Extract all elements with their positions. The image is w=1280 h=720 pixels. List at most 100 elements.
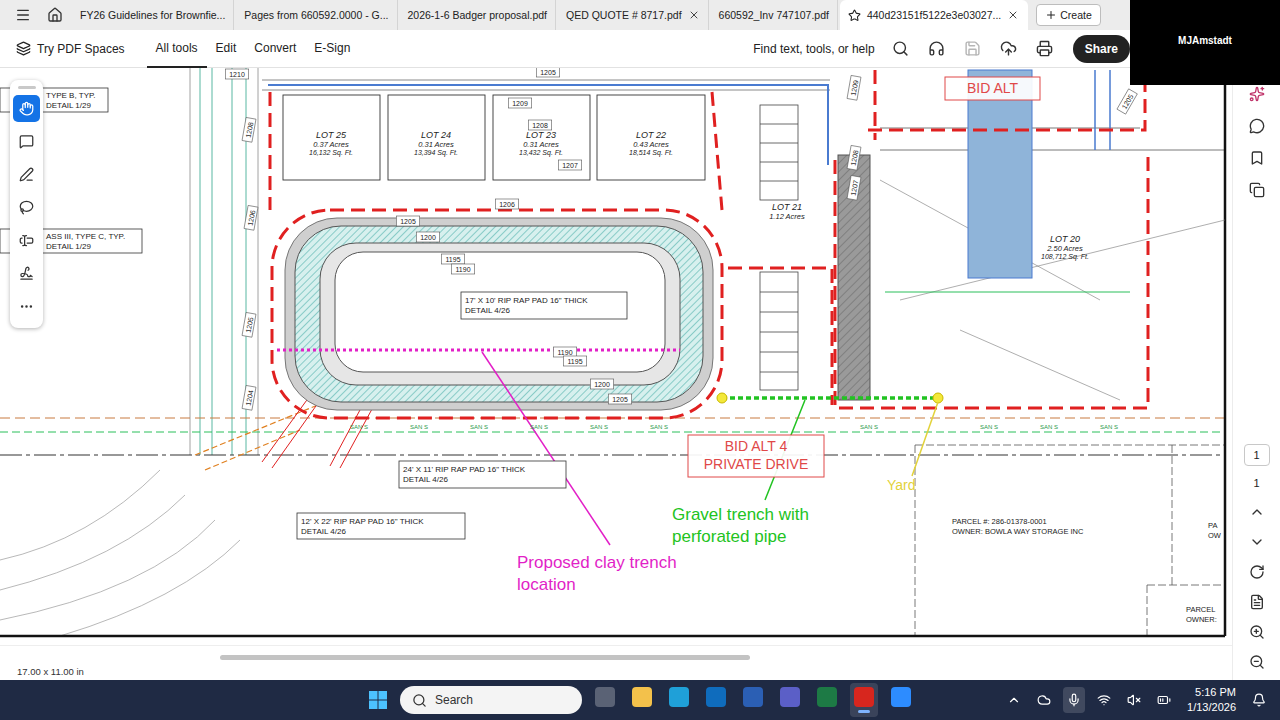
fit-page-button[interactable]: [1243, 590, 1271, 614]
home-button[interactable]: [40, 0, 70, 30]
create-button[interactable]: Create: [1036, 4, 1101, 26]
taskbar-app[interactable]: [591, 683, 619, 717]
document-tab[interactable]: FY26 Guidelines for Brownfie...: [72, 0, 234, 30]
print-button[interactable]: [1027, 34, 1063, 64]
tab-close-button[interactable]: [1007, 9, 1019, 21]
next-page-button[interactable]: [1243, 530, 1271, 554]
document-tab[interactable]: 440d23151f5122e3e03027...: [840, 0, 1028, 30]
palette-tool[interactable]: [13, 128, 40, 155]
svg-text:18,514 Sq. Ft.: 18,514 Sq. Ft.: [629, 149, 673, 157]
palette-tool[interactable]: [13, 161, 40, 188]
toolbar-menu-item[interactable]: Convert: [245, 30, 305, 68]
bookmarks-button[interactable]: [1243, 146, 1271, 170]
svg-text:1200: 1200: [594, 381, 610, 388]
onedrive-button[interactable]: [1033, 687, 1055, 713]
taskbar-app[interactable]: [665, 683, 693, 717]
tray-overflow-button[interactable]: [1003, 687, 1025, 713]
app-icon: [743, 687, 763, 707]
toolbar-menu-item[interactable]: Edit: [207, 30, 246, 68]
share-button[interactable]: Share: [1073, 35, 1130, 63]
document-tab[interactable]: 660592_Inv 747107.pdf: [711, 0, 838, 30]
previous-page-button[interactable]: [1243, 500, 1271, 524]
markup-annotation: Yard: [887, 477, 916, 493]
taskbar-app[interactable]: [628, 683, 656, 717]
app-icon: [632, 687, 652, 707]
comments-button[interactable]: [1243, 114, 1271, 138]
sewer-label: SAN S: [1040, 424, 1058, 430]
palette-tool[interactable]: [13, 194, 40, 221]
clock-time: 5:16 PM: [1195, 685, 1236, 700]
lot-outline: [283, 95, 380, 180]
battery-button[interactable]: [1153, 687, 1175, 713]
taskbar-app[interactable]: [887, 683, 915, 717]
horizontal-scrollbar[interactable]: [220, 655, 750, 660]
ai-assistant-button[interactable]: [1243, 82, 1271, 106]
lot-label: LOT 250.37 Acres16,132 Sq. Ft.: [309, 130, 353, 157]
taskbar-app[interactable]: [739, 683, 767, 717]
tab-label: 2026-1-6 Badger proposal.pdf: [408, 9, 548, 21]
bookmark-icon: [1249, 150, 1265, 166]
zoom-out-button[interactable]: [1243, 650, 1271, 674]
document-tab[interactable]: 2026-1-6 Badger proposal.pdf: [400, 0, 557, 30]
document-view[interactable]: SAN SSAN SSAN SSAN SSAN SSAN SSAN SSAN S…: [0, 68, 1232, 645]
read-aloud-button[interactable]: [919, 34, 955, 64]
lot-outline: [493, 95, 590, 180]
palette-tool[interactable]: [13, 293, 40, 320]
search-button[interactable]: [883, 34, 919, 64]
save-button[interactable]: [955, 34, 991, 64]
search-icon: [892, 40, 909, 57]
svg-text:DETAIL 4/26: DETAIL 4/26: [465, 306, 510, 315]
svg-text:13,432 Sq. Ft.: 13,432 Sq. Ft.: [519, 149, 563, 157]
volume-button[interactable]: [1123, 687, 1145, 713]
home-icon: [47, 7, 63, 23]
tab-close-button[interactable]: [688, 9, 700, 21]
document-tab[interactable]: QED QUOTE # 8717.pdf: [558, 0, 709, 30]
wifi-button[interactable]: [1093, 687, 1115, 713]
document-tab[interactable]: Pages from 660592.0000 - G...: [236, 0, 397, 30]
svg-text:16,132 Sq. Ft.: 16,132 Sq. Ft.: [309, 149, 353, 157]
current-page-field[interactable]: 1: [1244, 444, 1270, 466]
taskbar-search[interactable]: Search: [400, 686, 582, 714]
bell-icon: [1252, 693, 1266, 707]
upload-button[interactable]: [991, 34, 1027, 64]
pdf-spaces-button[interactable]: Try PDF Spaces: [16, 41, 125, 56]
taskbar-center: Search: [365, 683, 915, 717]
rotate-button[interactable]: [1243, 560, 1271, 584]
tool-icon: [19, 233, 34, 248]
palette-tool[interactable]: [13, 227, 40, 254]
taskbar-app[interactable]: [813, 683, 841, 717]
page-icon: [1249, 594, 1265, 610]
palette-tool[interactable]: [13, 95, 40, 122]
taskbar-app[interactable]: [850, 683, 878, 717]
chevron-down-icon: [1249, 534, 1265, 550]
site-plan-drawing: SAN SSAN SSAN SSAN SSAN SSAN SSAN SSAN S…: [0, 68, 1232, 645]
clock[interactable]: 5:16 PM1/13/2026: [1183, 685, 1240, 715]
parcel-label: PAOW: [1208, 521, 1222, 540]
start-button[interactable]: [365, 687, 391, 713]
star-icon[interactable]: [848, 9, 861, 22]
svg-text:24' X 11' RIP RAP PAD 16" THIC: 24' X 11' RIP RAP PAD 16" THICK: [403, 465, 526, 474]
sewer-label: SAN S: [410, 424, 428, 430]
palette-tool[interactable]: [13, 260, 40, 287]
toolbar-menu-item[interactable]: E-Sign: [305, 30, 359, 68]
zoom-in-button[interactable]: [1243, 620, 1271, 644]
palette-handle[interactable]: [18, 86, 36, 89]
taskbar-app[interactable]: [776, 683, 804, 717]
menu-button[interactable]: [8, 0, 38, 30]
contour-label: 1206: [244, 205, 258, 230]
find-field[interactable]: Find text, tools, or help: [753, 42, 874, 56]
contour-label: 1200: [590, 379, 613, 389]
toolbar-menu-item[interactable]: All tools: [147, 30, 207, 68]
riprap-callout: 24' X 11' RIP RAP PAD 16" THICKDETAIL 4/…: [399, 461, 566, 488]
tab-label: QED QUOTE # 8717.pdf: [566, 9, 682, 21]
notifications-button[interactable]: [1248, 687, 1270, 713]
gravel-trench-line: [722, 396, 938, 400]
svg-text:1208: 1208: [850, 150, 860, 167]
trench-end-marker: [717, 393, 727, 403]
svg-text:location: location: [517, 575, 576, 594]
pages-button[interactable]: [1243, 178, 1271, 202]
sheet: [0, 68, 1232, 645]
video-call-tile[interactable]: MJAmstadt: [1130, 0, 1280, 85]
taskbar-app[interactable]: [702, 683, 730, 717]
microphone-button[interactable]: [1063, 687, 1085, 713]
